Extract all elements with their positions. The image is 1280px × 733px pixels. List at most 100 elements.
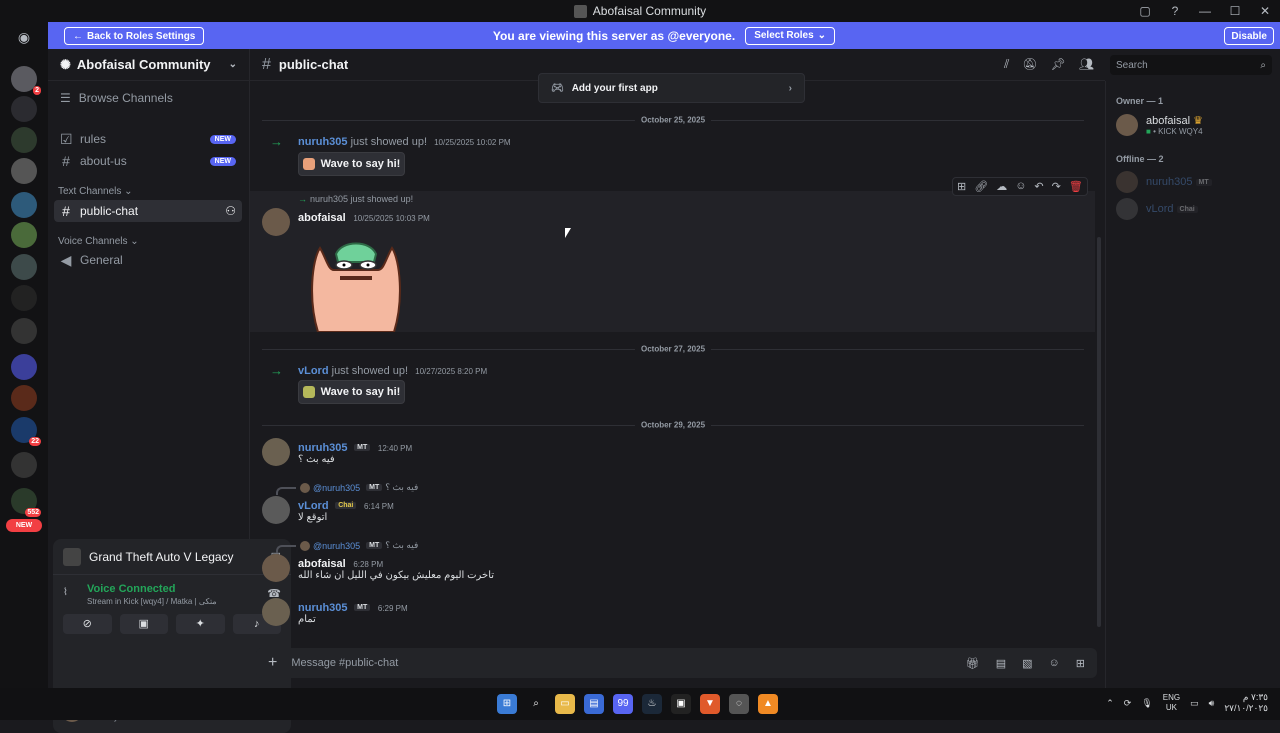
server-folder-icon[interactable] bbox=[11, 354, 37, 380]
member-item[interactable]: abofaisal ♛ ■ • KICK WQY4 bbox=[1116, 114, 1203, 136]
select-roles-button[interactable]: Select Roles ⌄ bbox=[745, 26, 836, 45]
role-tag: Chai bbox=[1176, 205, 1198, 213]
channel-rules[interactable]: ☑ rules NEW bbox=[54, 128, 242, 150]
app-icon[interactable]: ◌ bbox=[729, 694, 749, 714]
message-username[interactable]: abofaisal bbox=[298, 212, 346, 224]
file-explorer-icon[interactable]: ▭ bbox=[555, 694, 575, 714]
pin-icon[interactable]: 📌︎ bbox=[1051, 57, 1066, 72]
server-icon[interactable] bbox=[11, 192, 37, 218]
server-icon[interactable]: 22 bbox=[11, 417, 41, 446]
message-composer[interactable]: + Message #public-chat 🎁︎ ▤ ▧ ☺ ⊞ bbox=[256, 648, 1097, 678]
forward-icon[interactable]: ↷ bbox=[1052, 180, 1061, 193]
reply-preview[interactable]: @nuruh305 MT فيه بث ؟ bbox=[300, 482, 418, 493]
apps-icon[interactable]: ⊞ bbox=[1076, 657, 1085, 670]
activities-button[interactable]: ✦ bbox=[176, 614, 225, 634]
server-icon[interactable]: 2 bbox=[11, 66, 41, 95]
network-icon[interactable]: ▭ bbox=[1190, 698, 1199, 709]
discord-home-icon[interactable]: ◉ bbox=[12, 29, 36, 47]
avatar[interactable] bbox=[262, 598, 290, 626]
channel-public-chat[interactable]: # public-chat ⚇ bbox=[54, 200, 242, 222]
sync-icon[interactable]: ⟳ bbox=[1124, 698, 1132, 709]
channel-about-us[interactable]: # about-us NEW bbox=[54, 150, 242, 172]
reaction-icon[interactable]: ☺ bbox=[1015, 180, 1026, 193]
message-username[interactable]: vLord bbox=[298, 500, 329, 512]
category-voice-channels[interactable]: Voice Channels ⌄ bbox=[58, 236, 139, 247]
volume-icon[interactable]: 🔊︎ bbox=[1209, 698, 1215, 709]
threads-icon[interactable]: ⫽ bbox=[1004, 57, 1009, 72]
discord-taskbar-icon[interactable]: 99 bbox=[613, 694, 633, 714]
signal-icon[interactable]: ⌇ bbox=[63, 587, 68, 598]
member-item[interactable]: nuruh305 MT bbox=[1116, 171, 1212, 193]
chevron-down-icon: ⌄ bbox=[817, 30, 827, 41]
windows-start-icon[interactable]: ⊞ bbox=[497, 694, 517, 714]
notification-bell-icon[interactable]: 🔕︎ bbox=[1022, 57, 1037, 72]
server-icon[interactable]: 552 bbox=[11, 488, 41, 517]
server-icon[interactable] bbox=[11, 222, 37, 248]
avatar[interactable] bbox=[262, 496, 290, 524]
browse-channels[interactable]: ☰ Browse Channels bbox=[60, 91, 173, 105]
message-username[interactable]: nuruh305 bbox=[298, 442, 348, 454]
reply-preview[interactable]: → nuruh305 just showed up! bbox=[298, 194, 413, 204]
reply-icon[interactable]: ↶ bbox=[1034, 180, 1043, 193]
clock[interactable]: ٧:٣٥ م ٢٧/١٠/٢٠٢٥ bbox=[1224, 692, 1268, 714]
game-activity[interactable]: Grand Theft Auto V Legacy ▣ bbox=[53, 539, 291, 575]
gift-icon[interactable]: 🎁︎ bbox=[966, 657, 980, 670]
add-app-card[interactable]: 🎮︎ Add your first app › bbox=[538, 73, 805, 103]
store-icon[interactable]: ▤ bbox=[584, 694, 604, 714]
voice-connected-label[interactable]: Voice Connected bbox=[63, 583, 281, 595]
minimize-button[interactable]: — bbox=[1190, 4, 1220, 18]
apps-icon[interactable]: ⊞ bbox=[957, 180, 966, 193]
server-header[interactable]: ✺ Abofaisal Community ⌄ bbox=[48, 49, 249, 81]
sticker-icon[interactable]: ▧ bbox=[1022, 657, 1032, 670]
avatar[interactable] bbox=[262, 554, 290, 582]
game-launcher-icon[interactable]: ▣ bbox=[671, 694, 691, 714]
search-icon[interactable]: ⌕ bbox=[526, 694, 546, 714]
server-icon[interactable] bbox=[11, 318, 37, 344]
reply-preview[interactable]: @nuruh305 MT فيه بث ؟ bbox=[300, 540, 418, 551]
avatar[interactable] bbox=[262, 438, 290, 466]
wave-button[interactable]: Wave to say hi! bbox=[298, 152, 405, 176]
category-text-channels[interactable]: Text Channels ⌄ bbox=[58, 186, 133, 197]
link-icon[interactable]: 🔗︎ bbox=[974, 180, 988, 193]
microphone-icon[interactable]: 🎙︎ bbox=[1141, 698, 1152, 709]
wave-button[interactable]: Wave to say hi! bbox=[298, 380, 405, 404]
join-username[interactable]: nuruh305 bbox=[298, 136, 348, 148]
disable-button[interactable]: Disable bbox=[1224, 27, 1274, 45]
server-icon[interactable] bbox=[11, 96, 37, 122]
language-indicator[interactable]: ENG UK bbox=[1163, 693, 1180, 713]
server-icon[interactable] bbox=[11, 285, 37, 311]
back-to-roles-button[interactable]: ← Back to Roles Settings bbox=[64, 27, 205, 45]
inbox-icon[interactable]: ▢ bbox=[1130, 4, 1160, 18]
close-button[interactable]: ✕ bbox=[1250, 4, 1280, 18]
message-username[interactable]: abofaisal bbox=[298, 558, 346, 570]
delete-icon[interactable]: 🗑︎ bbox=[1069, 180, 1083, 193]
plus-icon[interactable]: + bbox=[268, 654, 277, 672]
server-icon[interactable] bbox=[11, 158, 37, 184]
screen-share-button[interactable]: ▣ bbox=[119, 614, 168, 634]
member-item[interactable]: vLord Chai bbox=[1116, 198, 1198, 220]
help-icon[interactable]: ? bbox=[1160, 4, 1190, 18]
server-icon[interactable] bbox=[11, 127, 37, 153]
server-icon[interactable] bbox=[11, 385, 37, 411]
mention-badge: 552 bbox=[25, 508, 41, 517]
message-username[interactable]: nuruh305 bbox=[298, 602, 348, 614]
thread-icon[interactable]: ☁ bbox=[996, 180, 1007, 193]
member-list-icon[interactable]: 👥︎ bbox=[1079, 57, 1094, 72]
server-icon[interactable] bbox=[11, 254, 37, 280]
channel-general[interactable]: ◀ General bbox=[54, 249, 242, 271]
server-icon[interactable] bbox=[11, 452, 37, 478]
emoji-icon[interactable]: ☺ bbox=[1049, 657, 1060, 670]
gif-icon[interactable]: ▤ bbox=[996, 657, 1006, 670]
avatar[interactable] bbox=[262, 208, 290, 236]
scrollbar[interactable] bbox=[1097, 237, 1101, 627]
search-input[interactable]: Search ⌕ bbox=[1110, 55, 1272, 75]
join-username[interactable]: vLord bbox=[298, 365, 329, 377]
timestamp: 6:14 PM bbox=[363, 502, 394, 511]
brave-browser-icon[interactable]: ▼ bbox=[700, 694, 720, 714]
app-icon[interactable]: ▲ bbox=[758, 694, 778, 714]
chevron-up-icon[interactable]: ⌃ bbox=[1106, 698, 1114, 709]
maximize-button[interactable]: ☐ bbox=[1220, 4, 1250, 18]
camera-off-button[interactable]: ⊘ bbox=[63, 614, 112, 634]
steam-icon[interactable]: ♨ bbox=[642, 694, 662, 714]
add-member-icon[interactable]: ⚇ bbox=[225, 204, 236, 218]
